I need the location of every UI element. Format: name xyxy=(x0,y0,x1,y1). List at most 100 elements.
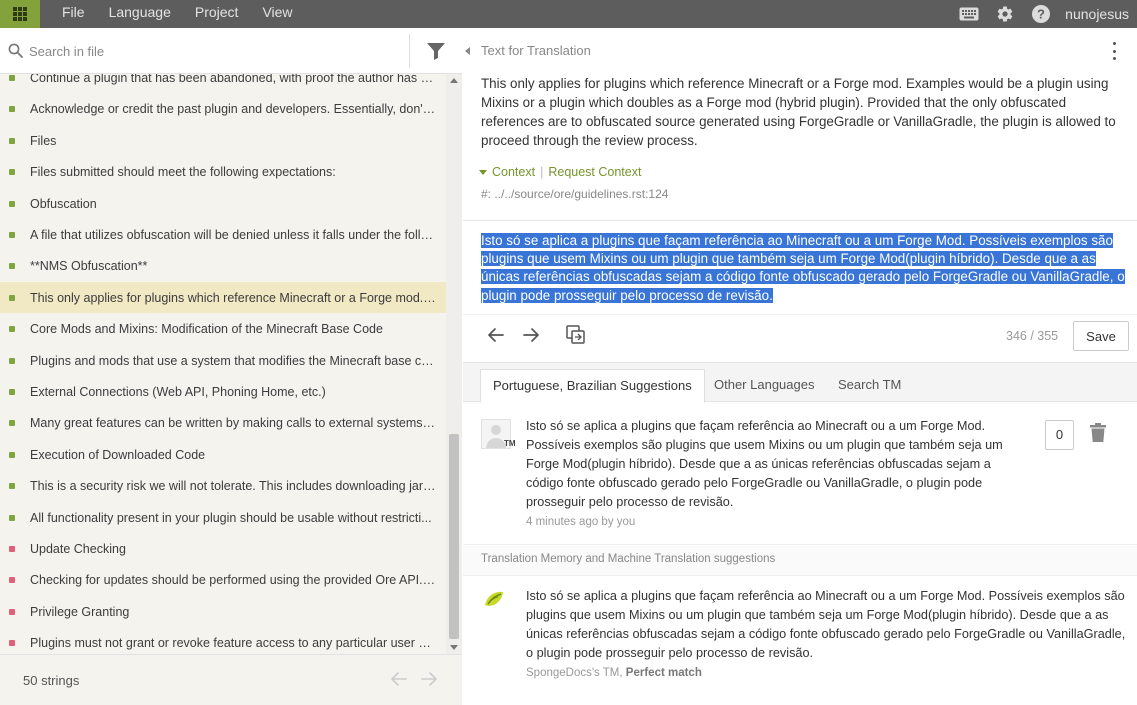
string-list-item-text: Plugins and mods that use a system that … xyxy=(30,353,436,368)
tab-suggestions[interactable]: Portuguese, Brazilian Suggestions xyxy=(480,369,705,403)
match-quality: Perfect match xyxy=(625,667,702,679)
suggestion-text: Isto só se aplica a plugins que façam re… xyxy=(526,419,1003,509)
translation-panel: Text for Translation This only applies f… xyxy=(463,28,1137,705)
menu-file[interactable]: File xyxy=(40,0,97,28)
strings-panel: Continue a plugin that has been abandone… xyxy=(0,28,462,705)
context-separator: | xyxy=(540,165,544,179)
save-button[interactable]: Save xyxy=(1073,321,1129,351)
source-text: This only applies for plugins which refe… xyxy=(481,76,1116,148)
status-translated-icon xyxy=(9,200,15,207)
suggestion-item[interactable]: TM Isto só se aplica a plugins que façam… xyxy=(463,403,1137,545)
string-list-item-text: Many great features can be written by ma… xyxy=(30,416,436,431)
string-list-item-text: Obfuscation xyxy=(30,196,97,211)
string-list-item[interactable]: Execution of Downloaded Code xyxy=(0,439,446,470)
string-list-item[interactable]: Plugins must not grant or revoke feature… xyxy=(0,628,446,654)
status-untranslated-icon xyxy=(9,546,15,552)
string-list-item[interactable]: **NMS Obfuscation** xyxy=(0,251,446,282)
string-list-item[interactable]: This only applies for plugins which refe… xyxy=(0,282,446,314)
menu-language[interactable]: Language xyxy=(97,0,183,28)
status-translated-icon xyxy=(9,483,15,490)
next-page-icon[interactable] xyxy=(420,671,438,687)
status-translated-icon xyxy=(9,451,15,458)
help-icon[interactable]: ? xyxy=(1023,0,1059,28)
string-list-item[interactable]: Continue a plugin that has been abandone… xyxy=(0,74,446,94)
string-list-item-text: Checking for updates should be performed… xyxy=(30,573,436,588)
string-list-item-text: **NMS Obfuscation** xyxy=(30,259,148,274)
string-list-item[interactable]: Files submitted should meet the followin… xyxy=(0,157,446,188)
trash-icon[interactable] xyxy=(1089,423,1107,443)
tm-source: SpongeDocs's TM, xyxy=(526,667,623,679)
string-list-item[interactable]: Many great features can be written by ma… xyxy=(0,408,446,439)
string-progress: 346 / 355 xyxy=(1006,329,1059,343)
apps-button[interactable] xyxy=(0,0,40,28)
string-list-item-text: This only applies for plugins which refe… xyxy=(30,290,436,305)
gear-icon[interactable] xyxy=(987,0,1023,28)
status-translated-icon xyxy=(9,389,15,395)
status-translated-icon xyxy=(9,263,15,270)
vote-count[interactable]: 0 xyxy=(1045,420,1074,450)
list-scrollbar[interactable] xyxy=(446,74,462,654)
more-options-icon[interactable] xyxy=(1107,42,1121,60)
menu-project[interactable]: Project xyxy=(183,0,251,28)
username[interactable]: nunojesus xyxy=(1059,6,1137,22)
tab-search-tm[interactable]: Search TM xyxy=(826,369,913,403)
string-list-item[interactable]: Core Mods and Mixins: Modification of th… xyxy=(0,314,446,345)
string-list-item[interactable]: Checking for updates should be performed… xyxy=(0,565,446,596)
string-list-item[interactable]: Obfuscation xyxy=(0,188,446,219)
context-row: Context | Request Context xyxy=(479,165,641,179)
svg-text:?: ? xyxy=(1037,7,1045,22)
string-list-item-text: This is a security risk we will not tole… xyxy=(30,479,436,494)
string-list-item-text: Privilege Granting xyxy=(30,604,130,619)
undo-arrow-icon[interactable] xyxy=(487,327,505,343)
tm-section-title: Translation Memory and Machine Translati… xyxy=(481,553,776,565)
suggestion-meta: 4 minutes ago by you xyxy=(526,516,636,528)
scroll-thumb[interactable] xyxy=(449,434,459,639)
string-list-item-text: Acknowledge or credit the past plugin an… xyxy=(30,102,436,117)
menu-view[interactable]: View xyxy=(250,0,304,28)
top-right-tools: ? nunojesus xyxy=(951,0,1137,28)
string-list-item[interactable]: A file that utilizes obfuscation will be… xyxy=(0,220,446,251)
string-list-item-text: Update Checking xyxy=(30,542,126,556)
string-list-item[interactable]: All functionality present in your plugin… xyxy=(0,502,446,533)
string-list-item[interactable]: Update Checking xyxy=(0,534,446,565)
keyboard-icon[interactable] xyxy=(951,0,987,28)
string-list-item[interactable]: This is a security risk we will not tole… xyxy=(0,471,446,502)
scroll-down-arrow[interactable] xyxy=(450,645,458,650)
string-list-item[interactable]: Files xyxy=(0,125,446,156)
search-bar xyxy=(0,28,462,74)
list-footer: 50 strings xyxy=(0,654,462,705)
string-list-item[interactable]: External Connections (Web API, Phoning H… xyxy=(0,377,446,408)
string-list: Continue a plugin that has been abandone… xyxy=(0,74,446,654)
tab-other-languages[interactable]: Other Languages xyxy=(702,369,826,403)
translation-editor[interactable]: Isto só se aplica a plugins que façam re… xyxy=(481,232,1133,305)
translation-text[interactable]: Isto só se aplica a plugins que façam re… xyxy=(481,233,1125,303)
request-context-link[interactable]: Request Context xyxy=(548,165,641,179)
tm-suggestion-item[interactable]: Isto só se aplica a plugins que façam re… xyxy=(463,577,1137,705)
status-translated-icon xyxy=(9,106,15,113)
main-menu: File Language Project View xyxy=(40,0,305,28)
previous-page-icon[interactable] xyxy=(390,671,408,687)
tm-badge: TM xyxy=(504,439,516,448)
string-list-item[interactable]: Plugins and mods that use a system that … xyxy=(0,345,446,376)
divider xyxy=(463,314,1137,315)
redo-arrow-icon[interactable] xyxy=(522,327,540,343)
caret-down-icon xyxy=(479,169,487,175)
filter-icon[interactable] xyxy=(426,41,446,61)
string-list-item[interactable]: Privilege Granting xyxy=(0,596,446,627)
status-translated-icon xyxy=(9,420,15,427)
string-list-item[interactable]: Acknowledge or credit the past plugin an… xyxy=(0,94,446,125)
scroll-up-arrow[interactable] xyxy=(450,78,458,83)
context-toggle[interactable]: Context xyxy=(492,165,535,179)
string-list-item-text: Execution of Downloaded Code xyxy=(30,447,206,462)
tm-suggestion-text: Isto só se aplica a plugins que façam re… xyxy=(526,589,1126,660)
status-translated-icon xyxy=(9,357,15,364)
search-input[interactable] xyxy=(29,40,399,62)
status-translated-icon xyxy=(9,137,15,144)
string-list-item-text: Files submitted should meet the followin… xyxy=(30,165,336,180)
collapse-sidebar-icon[interactable] xyxy=(465,47,470,55)
string-list-item-text: Plugins must not grant or revoke feature… xyxy=(30,636,436,651)
copy-source-icon[interactable] xyxy=(566,325,586,345)
top-bar: File Language Project View ? nunojesus xyxy=(0,0,1137,28)
status-untranslated-icon xyxy=(9,640,15,647)
status-translated-icon xyxy=(9,326,15,333)
